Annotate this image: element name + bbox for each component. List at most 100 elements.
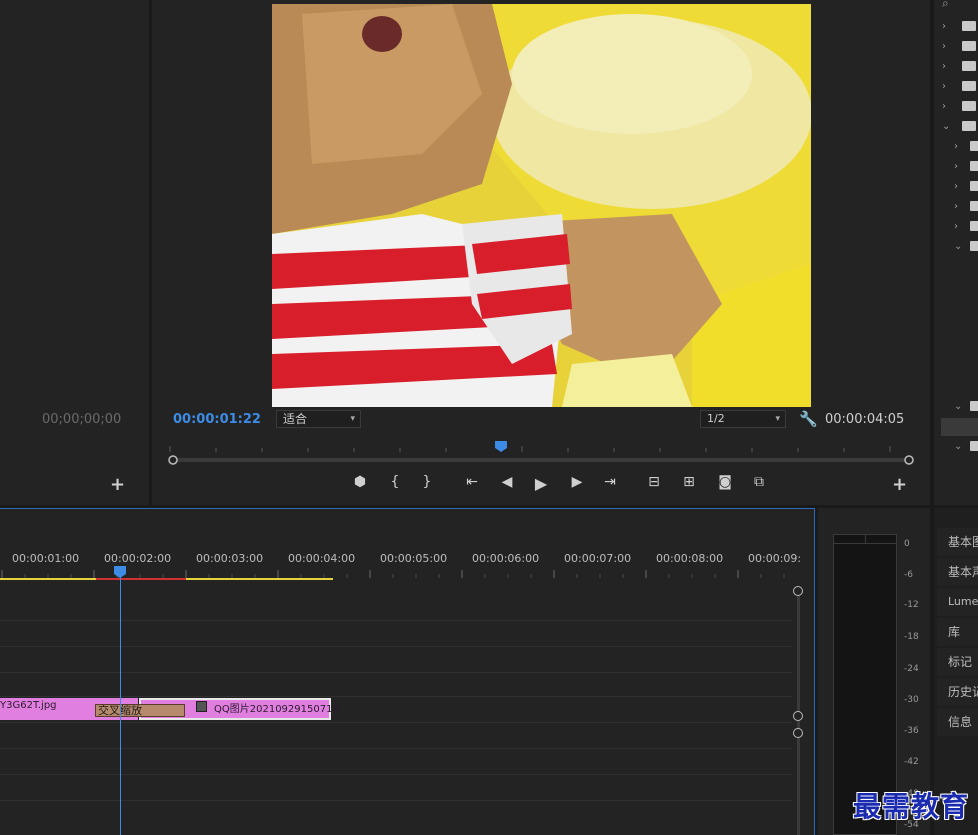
tab-essential-sound[interactable]: 基本声 — [937, 558, 978, 586]
chevron-right-icon: › — [942, 21, 946, 32]
mark-out-icon[interactable]: } — [417, 474, 437, 490]
program-timecode[interactable]: 00:00:01:22 — [173, 412, 261, 427]
timeline-vertical-scrollbar[interactable] — [792, 584, 804, 835]
meter-scale-label: -24 — [904, 664, 919, 674]
track-divider — [0, 672, 792, 673]
chevron-right-icon: › — [954, 181, 958, 192]
meter-peak-divider — [834, 543, 896, 544]
bin-row[interactable]: › — [942, 81, 978, 95]
zoom-level-select[interactable]: 适合 ▾ — [276, 410, 361, 428]
meter-scale-label: 0 — [904, 539, 910, 549]
meter-channel-divider — [865, 535, 866, 543]
cross-zoom-transition[interactable]: 交叉缩放 — [95, 704, 185, 717]
go-to-in-icon[interactable]: ⇤ — [462, 474, 482, 490]
ruler-label: 00:00:05:00 — [380, 552, 448, 565]
chevron-down-icon: ⌄ — [942, 121, 951, 132]
track-divider — [0, 620, 792, 621]
track-divider — [0, 748, 792, 749]
step-back-icon[interactable]: ◀ — [497, 474, 517, 490]
scroll-handle-top[interactable] — [793, 728, 803, 738]
fx-badge-icon — [196, 701, 207, 712]
program-add-button[interactable]: + — [892, 474, 907, 495]
ruler-label: 00:00:03:00 — [196, 552, 264, 565]
teddy-bear-image — [272, 4, 811, 407]
bin-row[interactable]: › — [954, 161, 978, 175]
program-mini-ruler[interactable] — [168, 440, 910, 452]
timeline-ruler[interactable]: 00:00:01:00 00:00:02:00 00:00:03:00 00:0… — [0, 552, 801, 566]
playback-resolution-value: 1/2 — [707, 412, 725, 425]
wrench-settings-icon[interactable]: 🔧 — [799, 410, 818, 428]
scroll-handle-bottom[interactable] — [793, 711, 803, 721]
bin-row[interactable]: › — [954, 181, 978, 195]
timeline-playhead-line[interactable] — [120, 576, 121, 835]
marker-icon[interactable]: ⬢ — [350, 474, 370, 490]
chevron-right-icon: › — [954, 161, 958, 172]
chevron-right-icon: › — [942, 61, 946, 72]
bin-row[interactable]: › — [954, 201, 978, 215]
clip-label: QQ图片20210929150719. — [214, 704, 342, 715]
tab-libraries[interactable]: 库 — [937, 618, 978, 646]
bin-row[interactable]: › — [942, 61, 978, 75]
track-divider — [0, 774, 792, 775]
ruler-label: 00:00:04:00 — [288, 552, 356, 565]
ruler-label: 00:00:06:00 — [472, 552, 540, 565]
chevron-down-icon: ⌄ — [954, 441, 963, 452]
folder-icon — [962, 61, 976, 71]
folder-icon — [970, 401, 978, 411]
chevron-down-icon: ▾ — [775, 414, 780, 424]
tab-essential-graphics[interactable]: 基本图 — [937, 528, 978, 556]
bin-row[interactable]: › — [942, 21, 978, 35]
folder-icon — [970, 181, 978, 191]
ruler-label: 00:00:07:00 — [564, 552, 632, 565]
timeline-playhead-marker[interactable] — [114, 566, 126, 578]
meter-scale-label: -18 — [904, 632, 919, 642]
extract-icon[interactable]: ⊞ — [679, 474, 699, 490]
chevron-down-icon: ▾ — [350, 414, 355, 424]
clip-label: Y3G62T.jpg — [0, 700, 57, 711]
ruler-label: 00:00:01:00 — [12, 552, 80, 565]
program-zoom-scrollbar[interactable] — [168, 454, 914, 466]
go-to-out-icon[interactable]: ⇥ — [600, 474, 620, 490]
chevron-right-icon: › — [954, 141, 958, 152]
zoom-level-value: 适合 — [283, 412, 308, 426]
meter-scale-label: -42 — [904, 757, 919, 767]
bin-row[interactable]: › — [942, 101, 978, 115]
source-monitor-panel — [0, 0, 149, 505]
lift-icon[interactable]: ⊟ — [644, 474, 664, 490]
compare-icon[interactable]: ⧉ — [749, 474, 769, 490]
source-add-button[interactable]: + — [110, 474, 125, 495]
bin-row-expanded[interactable]: ⌄ — [954, 241, 978, 255]
chevron-right-icon: › — [954, 201, 958, 212]
track-divider — [0, 696, 792, 697]
bin-row[interactable]: › — [942, 41, 978, 55]
scroll-handle-top[interactable] — [793, 586, 803, 596]
folder-icon — [970, 161, 978, 171]
tab-lumetri[interactable]: Lumetri — [937, 588, 978, 616]
source-timecode[interactable]: 00;00;00;00 — [42, 412, 121, 427]
play-icon[interactable]: ▶ — [531, 474, 551, 493]
bin-row[interactable]: › — [954, 221, 978, 235]
transport-controls: ⬢ { } ⇤ ◀ ▶ ▶ ⇥ ⊟ ⊞ ◙ ⧉ — [350, 474, 780, 494]
project-selected-item[interactable] — [941, 418, 978, 436]
export-frame-icon[interactable]: ◙ — [715, 474, 735, 490]
chevron-right-icon: › — [954, 221, 958, 232]
program-duration: 00:00:04:05 — [825, 412, 905, 427]
step-forward-icon[interactable]: ▶ — [567, 474, 587, 490]
meter-scale-label: -30 — [904, 695, 919, 705]
folder-icon — [970, 201, 978, 211]
meter-scale-label: -36 — [904, 726, 919, 736]
bin-row-expanded[interactable]: ⌄ — [954, 401, 978, 415]
tab-markers[interactable]: 标记 — [937, 648, 978, 676]
bin-row-expanded[interactable]: ⌄ — [942, 121, 978, 135]
bin-row-expanded[interactable]: ⌄ — [954, 441, 978, 455]
meter-scale-label: -12 — [904, 600, 919, 610]
track-divider — [0, 722, 792, 723]
playback-resolution-select[interactable]: 1/2 ▾ — [700, 410, 786, 428]
ruler-label: 00:00:02:00 — [104, 552, 172, 565]
bin-row[interactable]: › — [954, 141, 978, 155]
track-divider — [0, 800, 792, 801]
tab-info[interactable]: 信息 — [937, 708, 978, 736]
mark-in-icon[interactable]: { — [385, 474, 405, 490]
tab-history[interactable]: 历史记 — [937, 678, 978, 706]
folder-icon — [962, 21, 976, 31]
